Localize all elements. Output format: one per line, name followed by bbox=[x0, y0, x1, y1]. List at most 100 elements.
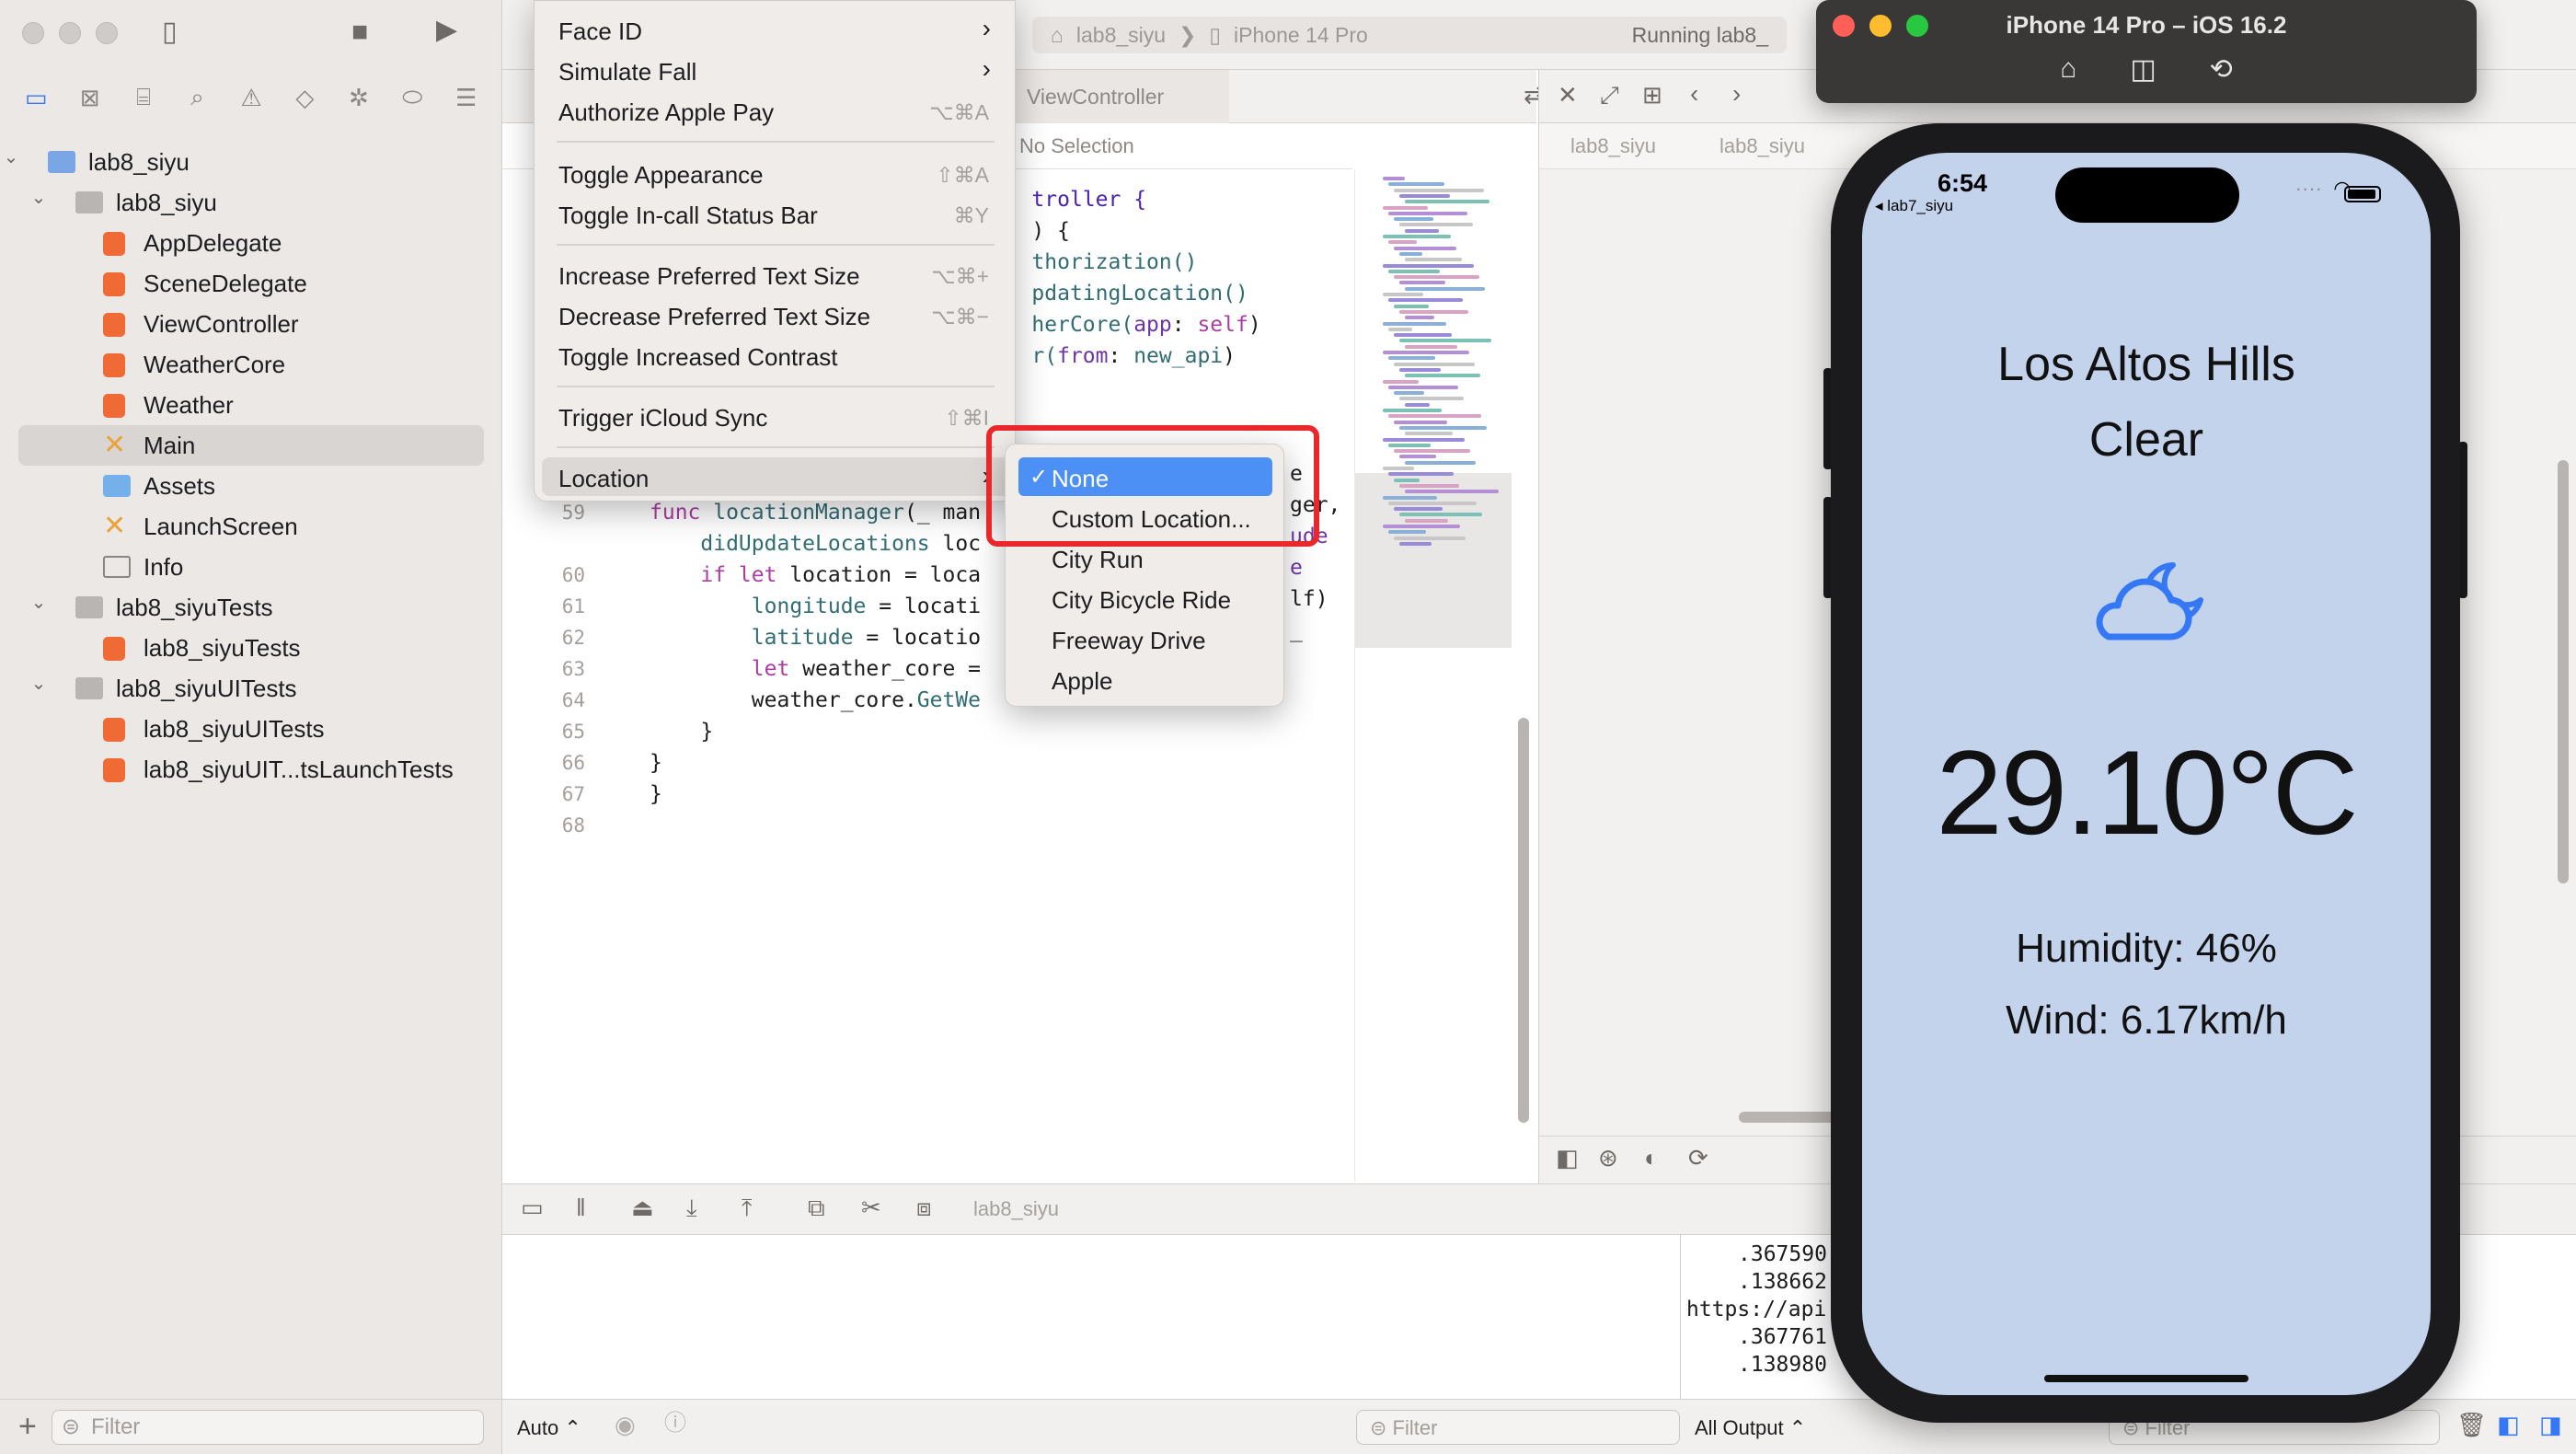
step-over-icon[interactable]: ⏏ bbox=[631, 1195, 654, 1219]
minimize-window-button[interactable] bbox=[59, 22, 81, 44]
disclosure-chevron-icon[interactable]: ⌄ bbox=[0, 145, 22, 168]
disclosure-chevron-icon[interactable]: ⌄ bbox=[28, 672, 50, 695]
minimap-line bbox=[1399, 455, 1436, 459]
rotate-icon[interactable]: ⟲ bbox=[2210, 53, 2233, 86]
memory-graph-icon[interactable]: ✂ bbox=[861, 1195, 881, 1219]
code-line[interactable]: 68 bbox=[502, 810, 1352, 841]
device-name[interactable]: iPhone 14 Pro bbox=[1234, 23, 1368, 48]
source-control-icon[interactable]: ⊠ bbox=[72, 84, 109, 112]
screenshot-icon[interactable]: ◫ bbox=[2130, 53, 2156, 86]
file-tree-item[interactable]: ✕ Main bbox=[18, 425, 484, 466]
menu-item[interactable]: Trigger iCloud Sync ⇧⌘I bbox=[535, 397, 1017, 435]
stop-icon[interactable]: ■ bbox=[351, 18, 368, 46]
code-line[interactable]: 66} bbox=[502, 747, 1352, 779]
menu-item[interactable]: Face ID › bbox=[535, 10, 1017, 49]
disclosure-chevron-icon[interactable]: ⌄ bbox=[28, 186, 50, 209]
location-option[interactable]: Apple bbox=[1006, 660, 1285, 698]
find-navigator-icon[interactable]: ⌕ bbox=[179, 83, 216, 112]
menu-item[interactable]: Toggle Appearance ⇧⌘A bbox=[535, 154, 1017, 192]
variables-scope-popup[interactable]: Auto ⌃ bbox=[517, 1416, 581, 1440]
debug-navigator-icon[interactable]: ✲ bbox=[340, 84, 377, 112]
trash-icon[interactable]: 🗑 bbox=[2456, 1413, 2487, 1437]
menu-item[interactable]: Toggle In-call Status Bar ⌘Y bbox=[535, 194, 1017, 233]
file-tree-item[interactable]: lab8_siyuUIT...tsLaunchTests bbox=[0, 749, 502, 790]
variables-filter-input[interactable]: ⊜ Filter bbox=[1356, 1410, 1680, 1445]
view-hierarchy-icon[interactable]: ⧉ bbox=[808, 1195, 825, 1219]
code-line[interactable]: 67} bbox=[502, 779, 1352, 810]
document-outline-icon[interactable]: ◧ bbox=[1556, 1146, 1579, 1170]
inspector-scrollbar[interactable] bbox=[2558, 460, 2569, 883]
iphone-screen[interactable]: 6:54 ◂ lab7_siyu ···· ◠ Los Altos Hills … bbox=[1862, 153, 2431, 1395]
tab-viewcontroller[interactable]: ViewController bbox=[999, 70, 1229, 123]
menu-item[interactable]: Decrease Preferred Text Size ⌥⌘− bbox=[535, 295, 1017, 334]
file-tree-item[interactable]: ⌄ lab8_siyuTests bbox=[0, 587, 502, 628]
disclosure-chevron-icon[interactable]: ⌄ bbox=[28, 591, 50, 614]
file-tree-item[interactable]: lab8_siyuUITests bbox=[0, 709, 502, 749]
eye-icon[interactable]: ◉ bbox=[615, 1413, 636, 1437]
file-tree-item[interactable]: ⌄ lab8_siyuUITests bbox=[0, 668, 502, 709]
file-tree-item[interactable]: lab8_siyuTests bbox=[0, 628, 502, 668]
close-window-button[interactable] bbox=[22, 22, 44, 44]
minimap-viewport[interactable] bbox=[1355, 473, 1512, 648]
location-option[interactable]: Freeway Drive bbox=[1006, 619, 1285, 658]
home-icon[interactable]: ⌂ bbox=[2060, 53, 2076, 86]
forward-icon[interactable]: › bbox=[1732, 81, 1741, 107]
code-line[interactable]: 65 } bbox=[502, 716, 1352, 747]
console-output-popup[interactable]: All Output ⌃ bbox=[1695, 1416, 1806, 1440]
condition-label: Clear bbox=[2088, 413, 2204, 467]
appearance-icon[interactable]: ◐ bbox=[1644, 1146, 1659, 1170]
report-navigator-icon[interactable]: ☰ bbox=[448, 84, 485, 112]
variables-view[interactable] bbox=[502, 1235, 1680, 1399]
menu-item[interactable]: Authorize Apple Pay ⌥⌘A bbox=[535, 91, 1017, 130]
menu-item[interactable]: Increase Preferred Text Size ⌥⌘+ bbox=[535, 255, 1017, 294]
simulator-title-bar[interactable]: iPhone 14 Pro – iOS 16.2 ⌂ ◫ ⟲ bbox=[1816, 0, 2477, 103]
breakpoint-navigator-icon[interactable]: ⬭ bbox=[394, 83, 431, 112]
back-icon[interactable]: ‹ bbox=[1690, 81, 1698, 107]
editor-scrollbar[interactable] bbox=[1518, 718, 1529, 1123]
show-console-icon[interactable]: ◨ bbox=[2539, 1413, 2562, 1437]
show-variables-icon[interactable]: ◧ bbox=[2497, 1413, 2520, 1437]
run-icon[interactable]: ▶ bbox=[436, 17, 457, 44]
file-tree-item[interactable]: ⌄ lab8_siyu bbox=[0, 182, 502, 223]
test-navigator-icon[interactable]: ◇ bbox=[286, 84, 323, 112]
file-tree-item[interactable]: ⌄ lab8_siyu bbox=[0, 142, 502, 182]
navigator-filter-input[interactable]: ⊜ Filter bbox=[51, 1409, 484, 1445]
expand-icon[interactable]: ⤢ bbox=[1600, 83, 1619, 107]
orientation-icon[interactable]: ⟳ bbox=[1688, 1146, 1708, 1170]
step-in-icon[interactable]: ⤓ bbox=[686, 1195, 697, 1219]
accessibility-icon[interactable]: ⊛ bbox=[1598, 1146, 1618, 1170]
menu-item[interactable]: Location › bbox=[542, 457, 1009, 496]
add-file-icon[interactable]: + bbox=[18, 1409, 37, 1445]
location-option[interactable]: City Bicycle Ride bbox=[1006, 579, 1285, 617]
menu-item[interactable]: Toggle Increased Contrast bbox=[535, 336, 1017, 375]
file-tree-item[interactable]: ✕ LaunchScreen bbox=[0, 506, 502, 547]
grid-icon[interactable]: ⊞ bbox=[1642, 83, 1662, 107]
file-tree-item[interactable]: AppDelegate bbox=[0, 223, 502, 263]
project-navigator-icon[interactable]: ▭ bbox=[17, 84, 54, 112]
file-tree-item[interactable]: Weather bbox=[0, 385, 502, 425]
filter-options-icon[interactable]: ⊜ bbox=[62, 1414, 80, 1440]
back-to-app-link[interactable]: ◂ lab7_siyu bbox=[1875, 197, 1953, 215]
hide-debug-icon[interactable]: ▭ bbox=[521, 1195, 544, 1219]
minimap[interactable] bbox=[1354, 169, 1512, 1182]
file-tree-item[interactable]: WeatherCore bbox=[0, 344, 502, 385]
menu-item[interactable]: Simulate Fall › bbox=[535, 51, 1017, 89]
home-indicator[interactable] bbox=[2044, 1375, 2248, 1382]
scheme-name[interactable]: lab8_siyu bbox=[1076, 23, 1166, 48]
info-icon[interactable]: ⓘ bbox=[664, 1413, 686, 1435]
file-tree-item[interactable]: SceneDelegate bbox=[0, 263, 502, 304]
environment-overrides-icon[interactable]: ⧈ bbox=[916, 1195, 932, 1219]
step-out-icon[interactable]: ⤒ bbox=[742, 1195, 753, 1219]
sidebar-toggle-icon[interactable]: ▯ bbox=[162, 18, 178, 46]
symbol-navigator-icon[interactable]: ⌸ bbox=[125, 83, 162, 112]
file-tree-item[interactable]: ViewController bbox=[0, 304, 502, 344]
canvas-jump-folder[interactable]: lab8_siyu bbox=[1719, 134, 1805, 158]
file-tree-item[interactable]: Assets bbox=[0, 466, 502, 506]
zoom-window-button[interactable] bbox=[96, 22, 118, 44]
canvas-jump-project[interactable]: lab8_siyu bbox=[1570, 134, 1656, 158]
close-icon[interactable]: ✕ bbox=[1558, 83, 1578, 107]
pause-icon[interactable]: ‖ bbox=[576, 1195, 586, 1219]
file-tree-item[interactable]: Info bbox=[0, 547, 502, 587]
scheme-selector[interactable]: ⌂ lab8_siyu ❯ ▯ iPhone 14 Pro Running la… bbox=[1032, 17, 1787, 53]
issue-navigator-icon[interactable]: ⚠ bbox=[233, 84, 270, 112]
